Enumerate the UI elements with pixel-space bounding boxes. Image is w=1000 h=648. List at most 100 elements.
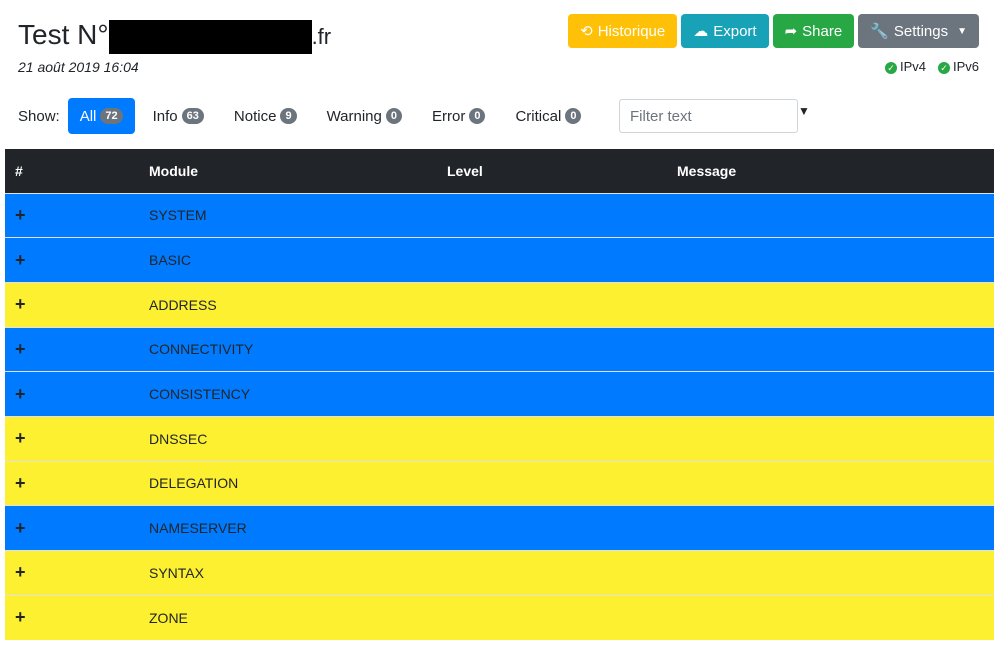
module-name: CONSISTENCY [139, 371, 437, 417]
module-name: CONNECTIVITY [139, 326, 437, 372]
filter-error[interactable]: Error 0 [420, 98, 497, 134]
col-module: Module [139, 149, 437, 193]
count-badge: 9 [280, 108, 297, 124]
expand-icon[interactable]: + [5, 460, 139, 506]
count-badge: 0 [565, 108, 582, 124]
filter-label: Error [432, 107, 466, 125]
expand-icon[interactable]: + [5, 192, 139, 238]
expand-icon[interactable]: + [5, 281, 139, 328]
message-cell [667, 505, 994, 551]
level-cell [437, 237, 667, 283]
level-cell [437, 371, 667, 417]
cloud-download-icon: ☁ [693, 23, 709, 40]
module-name: BASIC [139, 237, 437, 283]
settings-label: Settings [893, 22, 949, 40]
level-cell [437, 281, 667, 328]
expand-icon[interactable]: + [5, 326, 139, 372]
level-cell [437, 326, 667, 372]
module-name: NAMESERVER [139, 505, 437, 551]
message-cell [667, 192, 994, 238]
export-button[interactable]: ☁ Export [681, 14, 769, 48]
count-badge: 0 [385, 108, 402, 124]
ip-status: ✓ IPv4 ✓ IPv6 [884, 59, 979, 74]
level-filter: Show: All 72 Info 63 Notice 9 Warning 0 Erro… [18, 98, 593, 134]
filter-label: Notice [233, 107, 277, 125]
col-number: # [5, 149, 139, 193]
history-icon: ⟲ [580, 23, 593, 40]
expand-icon[interactable]: + [5, 550, 139, 596]
redacted-domain [108, 20, 312, 54]
export-label: Export [713, 22, 757, 40]
message-cell [667, 237, 994, 283]
expand-icon[interactable]: + [5, 415, 139, 462]
share-icon: ➦ [784, 23, 798, 40]
share-button[interactable]: ➦ Share [772, 14, 855, 48]
ipv4-status: ✓ IPv4 [884, 59, 926, 74]
historique-label: Historique [597, 22, 666, 40]
module-row[interactable]: + NAMESERVER [5, 505, 994, 551]
col-level: Level [437, 149, 667, 193]
ipv6-label: IPv6 [952, 59, 979, 74]
count-badge: 0 [469, 108, 486, 124]
module-name: ADDRESS [139, 281, 437, 328]
results-table: # Module Level Message + SYSTEM + BASIC + ADD… [5, 149, 994, 640]
filter-critical[interactable]: Critical 0 [503, 98, 593, 134]
message-cell [667, 415, 994, 462]
module-row[interactable]: + CONNECTIVITY [5, 326, 994, 372]
show-label: Show: [18, 107, 60, 125]
check-circle-icon: ✓ [937, 62, 950, 74]
settings-button[interactable]: 🔧 Settings ▼ [858, 14, 979, 48]
message-cell [667, 594, 994, 640]
message-cell [667, 326, 994, 372]
historique-button[interactable]: ⟲ Historique [568, 14, 678, 48]
module-name: SYSTEM [139, 192, 437, 238]
message-cell [667, 371, 994, 417]
level-cell [437, 505, 667, 551]
expand-icon[interactable]: + [5, 237, 139, 283]
filter-notice[interactable]: Notice 9 [222, 98, 309, 134]
message-cell [667, 460, 994, 506]
ipv4-label: IPv4 [899, 59, 926, 74]
ipv6-status: ✓ IPv6 [937, 59, 979, 74]
module-row[interactable]: + SYSTEM [5, 192, 994, 238]
filter-icon[interactable]: ▼ [798, 104, 810, 118]
module-row[interactable]: + ADDRESS [5, 281, 994, 328]
count-badge: 72 [100, 108, 123, 124]
caret-down-icon: ▼ [957, 25, 967, 37]
module-row[interactable]: + DNSSEC [5, 415, 994, 462]
module-name: DELEGATION [139, 460, 437, 506]
module-name: DNSSEC [139, 415, 437, 462]
filter-label: Warning [326, 107, 382, 125]
filter-label: All [79, 107, 97, 125]
title-suffix: .fr [311, 24, 332, 49]
filter-label: Info [152, 107, 178, 125]
level-cell [437, 594, 667, 640]
message-cell [667, 281, 994, 328]
filter-label: Critical [515, 107, 562, 125]
module-row[interactable]: + DELEGATION [5, 460, 994, 506]
check-circle-icon: ✓ [884, 62, 897, 74]
filter-info[interactable]: Info 63 [141, 98, 216, 134]
wrench-icon: 🔧 [870, 23, 889, 40]
count-badge: 63 [181, 108, 204, 124]
module-name: ZONE [139, 594, 437, 640]
expand-icon[interactable]: + [5, 371, 139, 417]
module-name: SYNTAX [139, 550, 437, 596]
level-cell [437, 550, 667, 596]
module-row[interactable]: + ZONE [5, 594, 994, 640]
expand-icon[interactable]: + [5, 594, 139, 640]
filter-warning[interactable]: Warning 0 [315, 98, 414, 134]
page-title: Test N° .fr [18, 16, 331, 54]
test-date: 21 août 2019 16:04 [18, 59, 139, 75]
level-cell [437, 415, 667, 462]
share-label: Share [802, 22, 843, 40]
expand-icon[interactable]: + [5, 505, 139, 551]
module-row[interactable]: + BASIC [5, 237, 994, 283]
level-cell [437, 192, 667, 238]
module-row[interactable]: + CONSISTENCY [5, 371, 994, 417]
filter-all[interactable]: All 72 [67, 98, 135, 134]
filter-text-input[interactable] [619, 99, 798, 133]
col-message: Message [667, 149, 994, 193]
level-cell [437, 460, 667, 506]
module-row[interactable]: + SYNTAX [5, 550, 994, 596]
